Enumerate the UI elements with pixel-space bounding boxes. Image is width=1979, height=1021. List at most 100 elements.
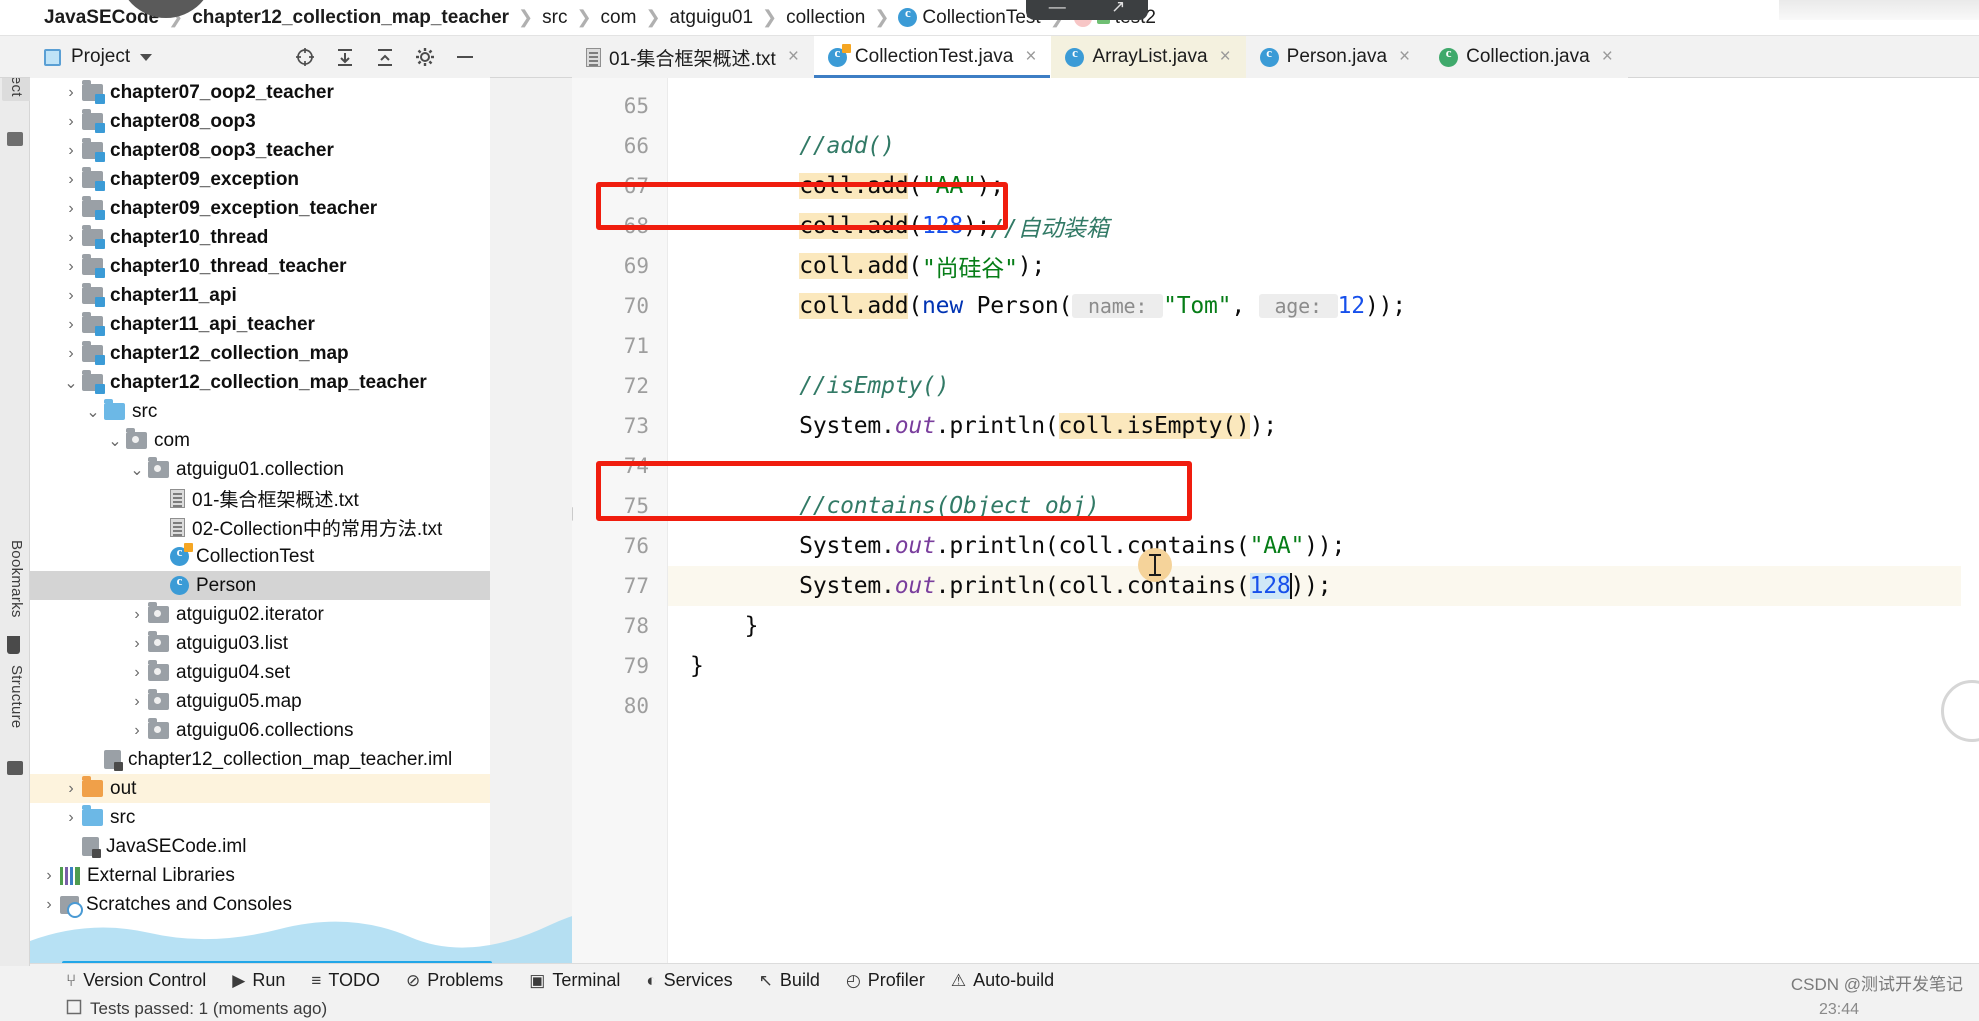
code-line-74[interactable] bbox=[668, 446, 1979, 486]
code-line-75[interactable]: //contains(Object obj) bbox=[668, 486, 1979, 526]
tree-twisty-collapsed[interactable]: › bbox=[60, 258, 82, 276]
tree-row[interactable]: › Scratches and Consoles bbox=[30, 890, 490, 919]
tree-twisty-collapsed[interactable]: › bbox=[38, 867, 60, 885]
minimize-icon[interactable]: — bbox=[1049, 0, 1066, 17]
status-item-todo[interactable]: ≡ TODO bbox=[311, 970, 380, 991]
hide-toolwindow-icon[interactable] bbox=[454, 46, 476, 68]
status-item-profiler[interactable]: ◴ Profiler bbox=[846, 970, 925, 991]
code-line-77[interactable]: System. out .println(coll.contains(128)); bbox=[668, 566, 1979, 606]
tree-twisty-expanded[interactable]: ⌄ bbox=[126, 460, 148, 480]
editor-tab-arraylist-java[interactable]: ArrayList.java × bbox=[1051, 36, 1246, 78]
tree-twisty-collapsed[interactable]: › bbox=[60, 809, 82, 827]
code-line-66[interactable]: //add() bbox=[668, 126, 1979, 166]
tree-twisty-collapsed[interactable]: › bbox=[60, 780, 82, 798]
tree-row[interactable]: › chapter07_oop2_teacher bbox=[30, 78, 490, 107]
tree-twisty-collapsed[interactable]: › bbox=[60, 142, 82, 160]
tree-twisty-collapsed[interactable]: › bbox=[60, 171, 82, 189]
tree-row[interactable]: chapter12_collection_map_teacher.iml bbox=[30, 745, 490, 774]
tree-row[interactable]: › chapter10_thread_teacher bbox=[30, 252, 490, 281]
tree-twisty-collapsed[interactable]: › bbox=[126, 606, 148, 624]
tree-twisty-collapsed[interactable]: › bbox=[60, 84, 82, 102]
tool-tab-bookmarks[interactable]: Bookmarks bbox=[2, 536, 31, 622]
breadcrumb-item-atguigu01[interactable]: atguigu01 bbox=[670, 7, 753, 29]
status-item-services[interactable]: ◐ Services bbox=[646, 970, 732, 991]
tree-row[interactable]: › External Libraries bbox=[30, 861, 490, 890]
settings-gear-icon[interactable] bbox=[414, 46, 436, 68]
tree-row[interactable]: › atguigu02.iterator bbox=[30, 600, 490, 629]
tree-twisty-collapsed[interactable]: › bbox=[126, 693, 148, 711]
editor-tab-collectiontest-java[interactable]: CollectionTest.java × bbox=[813, 36, 1052, 78]
tree-row[interactable]: › chapter11_api bbox=[30, 281, 490, 310]
tree-row[interactable]: › chapter11_api_teacher bbox=[30, 310, 490, 339]
tree-row[interactable]: ⌄ src bbox=[30, 397, 490, 426]
tree-row[interactable]: › chapter12_collection_map bbox=[30, 339, 490, 368]
code-area[interactable]: //add() coll.add("AA"); coll.add(128);//… bbox=[668, 78, 1979, 963]
tree-row[interactable]: › chapter08_oop3_teacher bbox=[30, 136, 490, 165]
code-editor[interactable]: 65 66 67 68 69 70 71 72 73 74 75 76 77 78 79 80 //add()… bbox=[572, 78, 1979, 963]
tree-twisty-collapsed[interactable]: › bbox=[38, 896, 60, 914]
editor-tab-01-txt[interactable]: 01-集合框架概述.txt × bbox=[572, 36, 814, 78]
editor-gutter[interactable]: 65 66 67 68 69 70 71 72 73 74 75 76 77 78 79 80 bbox=[572, 78, 668, 963]
tool-tab-structure[interactable]: Structure bbox=[2, 661, 31, 733]
close-icon[interactable]: × bbox=[1025, 46, 1036, 68]
tree-row[interactable]: 02-Collection中的常用方法.txt bbox=[30, 513, 490, 542]
breadcrumb-item-src[interactable]: src bbox=[542, 7, 567, 29]
tree-row[interactable]: › src bbox=[30, 803, 490, 832]
code-line-79[interactable]: } bbox=[668, 646, 1979, 686]
status-item-run[interactable]: ▶ Run bbox=[232, 970, 285, 991]
code-line-65[interactable] bbox=[668, 86, 1979, 126]
breadcrumb-item-chapter12-collection-map-teacher[interactable]: chapter12_collection_map_teacher bbox=[192, 7, 509, 29]
tree-row[interactable]: Person bbox=[30, 571, 490, 600]
tree-twisty-expanded[interactable]: ⌄ bbox=[60, 373, 82, 393]
tree-row[interactable]: CollectionTest bbox=[30, 542, 490, 571]
code-line-71[interactable] bbox=[668, 326, 1979, 366]
code-line-70[interactable]: coll.add(new Person( name: "Tom", age: 1… bbox=[668, 286, 1979, 326]
tree-row[interactable]: › chapter09_exception_teacher bbox=[30, 194, 490, 223]
locate-icon[interactable] bbox=[294, 46, 316, 68]
code-line-67[interactable]: coll.add("AA"); bbox=[668, 166, 1979, 206]
code-line-69[interactable]: coll.add("尚硅谷"); bbox=[668, 246, 1979, 286]
tree-row[interactable]: ⌄ chapter12_collection_map_teacher bbox=[30, 368, 490, 397]
code-line-78[interactable]: } bbox=[668, 606, 1979, 646]
tree-row[interactable]: › atguigu03.list bbox=[30, 629, 490, 658]
code-fold-marker[interactable] bbox=[572, 506, 574, 524]
status-item-build[interactable]: ↖ Build bbox=[759, 970, 820, 991]
close-icon[interactable]: × bbox=[1399, 46, 1410, 68]
status-item-auto-build[interactable]: ⚠ Auto-build bbox=[951, 970, 1054, 991]
close-icon[interactable]: × bbox=[1220, 46, 1231, 68]
code-line-80[interactable] bbox=[668, 686, 1979, 726]
tree-twisty-collapsed[interactable]: › bbox=[60, 345, 82, 363]
expand-all-icon[interactable] bbox=[334, 46, 356, 68]
tree-twisty-expanded[interactable]: ⌄ bbox=[104, 431, 126, 451]
maximize-icon[interactable]: ↗ bbox=[1111, 0, 1125, 17]
code-line-68[interactable]: coll.add(128);//自动装箱 bbox=[668, 206, 1979, 246]
status-item-problems[interactable]: ⊘ Problems bbox=[406, 970, 503, 991]
tree-row[interactable]: ⌄ atguigu01.collection bbox=[30, 455, 490, 484]
tree-twisty-collapsed[interactable]: › bbox=[60, 229, 82, 247]
tree-twisty-collapsed[interactable]: › bbox=[60, 113, 82, 131]
tree-twisty-collapsed[interactable]: › bbox=[60, 316, 82, 334]
chevron-down-icon[interactable] bbox=[140, 53, 153, 61]
editor-tab-person-java[interactable]: Person.java × bbox=[1245, 36, 1426, 78]
collapse-all-icon[interactable] bbox=[374, 46, 396, 68]
status-item-terminal[interactable]: ▣ Terminal bbox=[529, 970, 620, 991]
code-line-76[interactable]: System. out .println(coll.contains("AA")); bbox=[668, 526, 1979, 566]
tree-row[interactable]: › atguigu06.collections bbox=[30, 716, 490, 745]
tree-twisty-collapsed[interactable]: › bbox=[60, 287, 82, 305]
tree-row[interactable]: JavaSECode.iml bbox=[30, 832, 490, 861]
breadcrumb-item-com[interactable]: com bbox=[601, 7, 637, 29]
close-icon[interactable]: × bbox=[1602, 46, 1613, 68]
tree-row[interactable]: 01-集合框架概述.txt bbox=[30, 484, 490, 513]
tree-twisty-collapsed[interactable]: › bbox=[126, 664, 148, 682]
tree-row[interactable]: › out bbox=[30, 774, 490, 803]
code-line-73[interactable]: System. out .println(coll.isEmpty()); bbox=[668, 406, 1979, 446]
tree-twisty-expanded[interactable]: ⌄ bbox=[82, 402, 104, 422]
tree-row[interactable]: › atguigu05.map bbox=[30, 687, 490, 716]
tree-row[interactable]: › chapter09_exception bbox=[30, 165, 490, 194]
code-line-72[interactable]: //isEmpty() bbox=[668, 366, 1979, 406]
close-icon[interactable]: × bbox=[788, 46, 799, 68]
tree-row[interactable]: › atguigu04.set bbox=[30, 658, 490, 687]
status-item-version-control[interactable]: ⑂ Version Control bbox=[66, 970, 206, 991]
tree-row[interactable]: ⌄ com bbox=[30, 426, 490, 455]
breadcrumb-item-collection[interactable]: collection bbox=[786, 7, 865, 29]
